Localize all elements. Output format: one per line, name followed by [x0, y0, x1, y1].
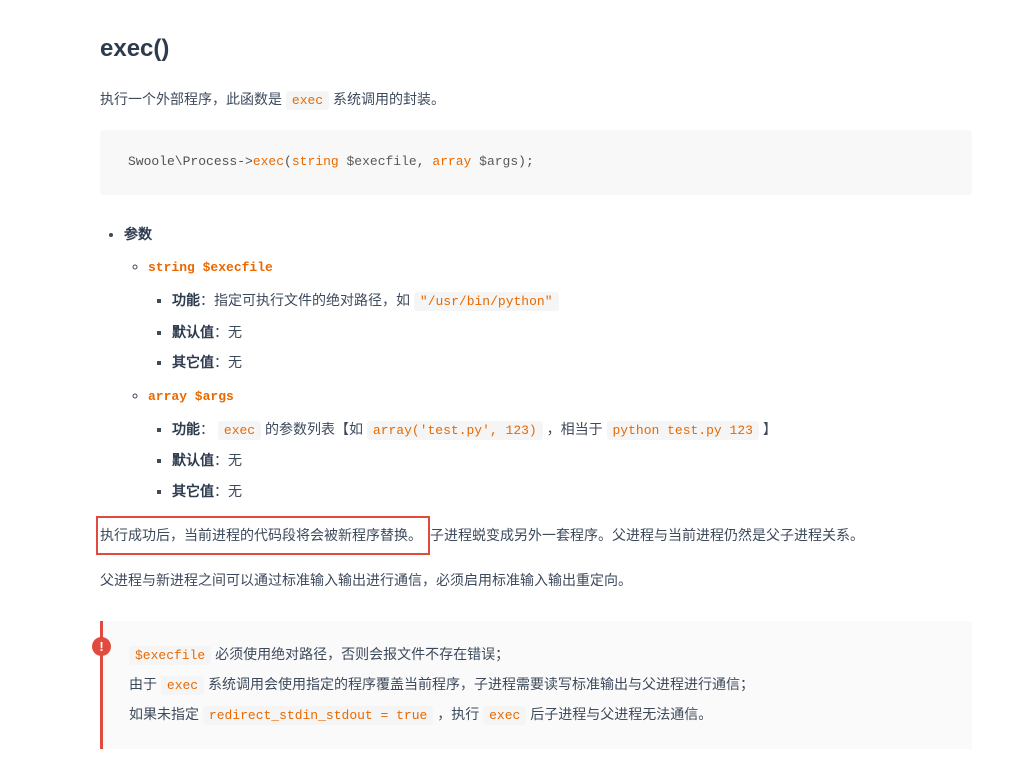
note-line2: 由于 exec 系统调用会使用指定的程序覆盖当前程序，子进程需要读写标准输出与父…: [129, 673, 952, 697]
param2-l1-code3: python test.py 123: [607, 421, 759, 440]
param1-decl: string $execfile: [148, 260, 273, 275]
extra-paragraph: 父进程与新进程之间可以通过标准输入输出进行通信，必须启用标准输入输出重定向。: [100, 569, 972, 591]
sig-p1-name: $execfile: [346, 154, 416, 169]
warning-note: ! $execfile 必须使用绝对路径，否则会报文件不存在错误； 由于 exe…: [100, 621, 972, 748]
param1-l1-code: "/usr/bin/python": [414, 292, 559, 311]
param1-l3-text: ：无: [214, 354, 242, 370]
method-intro: 执行一个外部程序，此函数是 exec 系统调用的封装。: [100, 88, 972, 112]
result-highlight-box: 执行成功后，当前进程的代码段将会被新程序替换。: [96, 516, 430, 555]
param2-l1-label: 功能: [172, 421, 200, 437]
param1-item: string $execfile 功能：指定可执行文件的绝对路径，如 "/usr…: [148, 255, 972, 373]
param1-line3: 其它值：无: [172, 351, 972, 373]
param1-l1-label: 功能: [172, 292, 200, 308]
sig-p1-type: string: [292, 154, 339, 169]
sig-p2-type: array: [432, 154, 471, 169]
params-heading: 参数: [124, 226, 152, 242]
param2-l1-text2: ，相当于: [543, 421, 607, 437]
note-l3-mid: ，执行: [433, 706, 483, 722]
note-l1-text: 必须使用绝对路径，否则会报文件不存在错误；: [211, 646, 509, 662]
params-list: 参数 string $execfile 功能：指定可执行文件的绝对路径，如 "/…: [100, 223, 972, 502]
note-l3-before: 如果未指定: [129, 706, 203, 722]
param2-l1-text3: 】: [759, 421, 777, 437]
note-l3-code: redirect_stdin_stdout = true: [203, 706, 433, 725]
note-line3: 如果未指定 redirect_stdin_stdout = true ，执行 e…: [129, 703, 952, 727]
signature-code-block: Swoole\Process->exec(string $execfile, a…: [100, 130, 972, 195]
method-title: exec(): [100, 30, 972, 68]
intro-inline-code: exec: [286, 91, 329, 110]
result-rest: 子进程蜕变成另外一套程序。父进程与当前进程仍然是父子进程关系。: [430, 527, 864, 543]
param1-line1: 功能：指定可执行文件的绝对路径，如 "/usr/bin/python": [172, 289, 972, 313]
param2-line1: 功能： exec 的参数列表【如 array('test.py', 123) ，…: [172, 418, 972, 442]
param2-line2: 默认值：无: [172, 449, 972, 471]
param2-l2-text: ：无: [214, 452, 242, 468]
param1-l1-text: ：指定可执行文件的绝对路径，如: [200, 292, 414, 308]
param2-decl: array $args: [148, 389, 234, 404]
intro-text-after: 系统调用的封装。: [333, 91, 445, 107]
param2-l1-code2: array('test.py', 123): [367, 421, 543, 440]
param1-line2: 默认值：无: [172, 321, 972, 343]
sig-prefix: Swoole\Process->: [128, 154, 253, 169]
result-paragraph: 执行成功后，当前进程的代码段将会被新程序替换。子进程蜕变成另外一套程序。父进程与…: [100, 516, 972, 555]
note-l2-before: 由于: [129, 676, 161, 692]
param2-l3-label: 其它值: [172, 483, 214, 499]
note-l3-code2: exec: [483, 706, 526, 725]
param2-l1-code1: exec: [218, 421, 261, 440]
warning-icon: !: [92, 637, 111, 656]
param1-l2-label: 默认值: [172, 324, 214, 340]
sig-p2-name: $args: [479, 154, 518, 169]
param2-item: array $args 功能： exec 的参数列表【如 array('test…: [148, 384, 972, 502]
note-l2-after: 系统调用会使用指定的程序覆盖当前程序，子进程需要读写标准输出与父进程进行通信；: [204, 676, 754, 692]
intro-text-before: 执行一个外部程序，此函数是: [100, 91, 286, 107]
param2-l3-text: ：无: [214, 483, 242, 499]
note-l3-after: 后子进程与父进程无法通信。: [526, 706, 712, 722]
param2-l1-text1: 的参数列表【如: [261, 421, 367, 437]
param1-l3-label: 其它值: [172, 354, 214, 370]
param2-l1-sep: ：: [200, 421, 214, 437]
param2-line3: 其它值：无: [172, 480, 972, 502]
note-l1-code: $execfile: [129, 646, 211, 665]
param1-l2-text: ：无: [214, 324, 242, 340]
note-l2-code: exec: [161, 676, 204, 695]
note-line1: $execfile 必须使用绝对路径，否则会报文件不存在错误；: [129, 643, 952, 667]
params-heading-item: 参数 string $execfile 功能：指定可执行文件的绝对路径，如 "/…: [124, 223, 972, 502]
sig-fn: exec: [253, 154, 284, 169]
param2-l2-label: 默认值: [172, 452, 214, 468]
